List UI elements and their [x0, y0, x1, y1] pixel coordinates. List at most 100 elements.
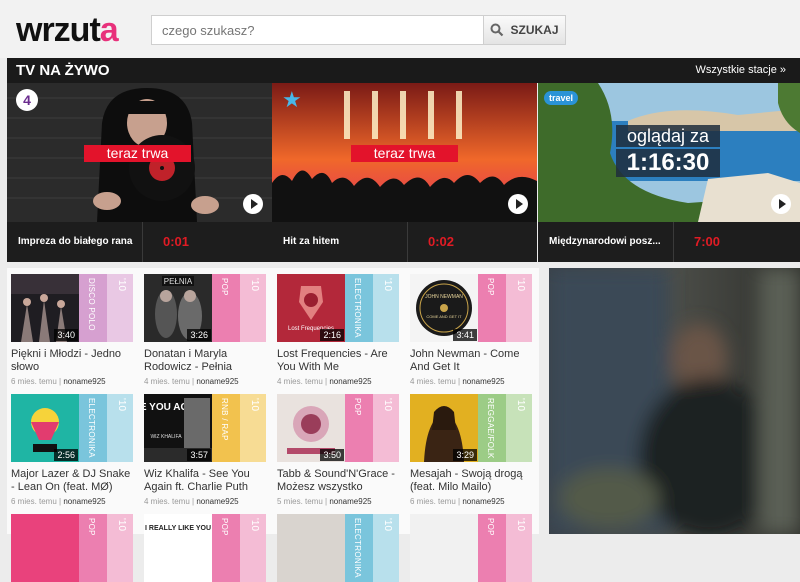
genre-tag[interactable]: REGGAE/FOLK — [478, 394, 506, 462]
clip-duration: 3:29 — [453, 449, 477, 461]
clip-thumbnail[interactable]: 3:29 — [410, 394, 478, 462]
genre-tag[interactable]: POP — [478, 274, 506, 342]
search-button[interactable]: SZUKAJ — [483, 15, 566, 45]
clip-thumbnail[interactable]: PEŁNIA 3:26 — [144, 274, 212, 342]
live-channel-3[interactable]: travel oglądaj za 1:16:30 Międzynarodowi… — [538, 83, 800, 262]
play-icon[interactable] — [771, 194, 791, 214]
year-tag[interactable]: '10 — [506, 514, 532, 582]
clip-meta: 6 mies. temu | noname925 — [11, 497, 106, 506]
program-time-3: 7:00 — [694, 234, 721, 249]
clip-title[interactable]: Piękni i Młodzi - Jedno słowo — [11, 348, 136, 374]
genre-tag[interactable]: POP — [212, 274, 240, 342]
genre-tag[interactable]: ELECTRONIKA — [79, 394, 107, 462]
year-tag[interactable]: '10 — [107, 514, 133, 582]
clip-title[interactable]: Major Lazer & DJ Snake - Lean On (feat. … — [11, 468, 136, 494]
clip-duration: 2:16 — [320, 329, 344, 341]
live-channel-1[interactable]: 4 teraz trwa Impreza do białego rana 0:0… — [7, 83, 272, 262]
year-tag[interactable]: '10 — [107, 394, 133, 462]
clip-user[interactable]: noname925 — [63, 497, 105, 506]
site-header: wrzuta SZUKAJ — [0, 0, 800, 58]
year-tag[interactable]: '10 — [373, 394, 399, 462]
all-stations-link[interactable]: Wszystkie stacje » — [696, 64, 786, 76]
thumb-text: JOHN NEWMAN — [425, 294, 463, 300]
genre-tag[interactable]: POP — [79, 514, 107, 582]
genre-tag[interactable]: DISCO POLO — [79, 274, 107, 342]
clip-title[interactable]: Wiz Khalifa - See You Again ft. Charlie … — [144, 468, 269, 494]
clip-meta: 4 mies. temu | noname925 — [144, 497, 239, 506]
clip-meta: 5 mies. temu | noname925 — [277, 497, 372, 506]
divider — [142, 222, 143, 262]
year-tag[interactable]: '10 — [107, 274, 133, 342]
clip-thumbnail[interactable]: JOHN NEWMAN COME AND GET IT 3:41 — [410, 274, 478, 342]
clip-thumbnail[interactable] — [277, 514, 345, 582]
search-button-label: SZUKAJ — [510, 23, 559, 37]
play-icon[interactable] — [508, 194, 528, 214]
clip-thumbnail[interactable]: SEE YOU AGAINWIZ KHALIFA 3:57 — [144, 394, 212, 462]
divider — [673, 222, 674, 262]
tv-live-bar: TV NA ŻYWO Wszystkie stacje » — [7, 58, 800, 83]
genre-tag[interactable]: ELECTRONIKA — [345, 274, 373, 342]
clip-title[interactable]: John Newman - Come And Get It — [410, 348, 535, 374]
clip-user[interactable]: noname925 — [63, 377, 105, 386]
clip-duration: 3:50 — [320, 449, 344, 461]
clip-title[interactable]: Mesajah - Swoją drogą (feat. Milo Mailo) — [410, 468, 535, 494]
live-info-bar-1: Impreza do białego rana 0:01 — [7, 222, 272, 262]
genre-tag[interactable]: RNB / RAP — [212, 394, 240, 462]
channel-badge-3: travel — [544, 91, 579, 105]
clip-title[interactable]: Lost Frequencies - Are You With Me — [277, 348, 402, 374]
genre-tag[interactable]: POP — [345, 394, 373, 462]
genre-tag[interactable]: POP — [212, 514, 240, 582]
clip-thumbnail[interactable]: 3:40 — [11, 274, 79, 342]
program-time-1: 0:01 — [163, 234, 190, 249]
clip-thumbnail[interactable] — [410, 514, 478, 582]
thumb-text: PEŁNIA — [164, 277, 193, 286]
clip-meta: 4 mies. temu | noname925 — [144, 377, 239, 386]
clip-thumbnail[interactable]: Lost Frequencies 2:16 — [277, 274, 345, 342]
search-box[interactable] — [151, 15, 484, 45]
clip-thumbnail[interactable]: 3:50 — [277, 394, 345, 462]
clip-meta: 4 mies. temu | noname925 — [410, 377, 505, 386]
year-tag[interactable]: '10 — [240, 394, 266, 462]
clip-thumbnail[interactable]: I REALLY LIKE YOU — [144, 514, 212, 582]
thumb-text: I REALLY LIKE YOU — [145, 525, 211, 532]
live-channel-2[interactable]: ★ teraz trwa Hit za hitem 0:02 — [272, 83, 537, 262]
tv-live-title: TV NA ŻYWO — [16, 62, 110, 79]
clip-user[interactable]: noname925 — [462, 497, 504, 506]
clip-thumbnail[interactable] — [11, 514, 79, 582]
divider — [407, 222, 408, 262]
clip-meta: 6 mies. temu | noname925 — [11, 377, 106, 386]
clip-thumbnail[interactable]: 2:56 — [11, 394, 79, 462]
wrzuta-logo[interactable]: wrzuta — [16, 12, 119, 48]
clip-user[interactable]: noname925 — [329, 377, 371, 386]
channel-badge-2: ★ — [282, 87, 302, 112]
featured-video-panel[interactable] — [549, 268, 800, 534]
year-tag[interactable]: '10 — [240, 514, 266, 582]
clip-title[interactable]: Tabb & Sound'N'Grace - Możesz wszystko — [277, 468, 402, 494]
live-info-bar-3: Międzynarodowi posz... 7:00 — [538, 222, 800, 262]
clip-duration: 2:56 — [54, 449, 78, 461]
search-input[interactable] — [152, 16, 483, 44]
year-tag[interactable]: '10 — [240, 274, 266, 342]
year-tag[interactable]: '10 — [373, 274, 399, 342]
clip-grid: 3:40 DISCO POLO '10 Piękni i Młodzi - Je… — [7, 268, 539, 582]
clip-user[interactable]: noname925 — [329, 497, 371, 506]
year-tag[interactable]: '10 — [506, 274, 532, 342]
clip-user[interactable]: noname925 — [196, 497, 238, 506]
program-name-1: Impreza do białego rana — [18, 236, 133, 247]
clip-user[interactable]: noname925 — [196, 377, 238, 386]
live-info-bar-2: Hit za hitem 0:02 — [272, 222, 537, 262]
thumb-text: COME AND GET IT — [426, 314, 462, 319]
year-tag[interactable]: '10 — [506, 394, 532, 462]
clip-meta: 6 mies. temu | noname925 — [410, 497, 505, 506]
genre-tag[interactable]: POP — [478, 514, 506, 582]
channel-badge-1: 4 — [16, 89, 38, 111]
clip-title[interactable]: Donatan i Maryla Rodowicz - Pełnia — [144, 348, 269, 374]
year-tag[interactable]: '10 — [373, 514, 399, 582]
now-playing-label-2: teraz trwa — [351, 145, 458, 162]
play-icon[interactable] — [243, 194, 263, 214]
program-time-2: 0:02 — [428, 234, 455, 249]
program-name-2: Hit za hitem — [283, 236, 340, 247]
program-name-3: Międzynarodowi posz... — [549, 236, 661, 247]
genre-tag[interactable]: ELECTRONIKA — [345, 514, 373, 582]
clip-user[interactable]: noname925 — [462, 377, 504, 386]
